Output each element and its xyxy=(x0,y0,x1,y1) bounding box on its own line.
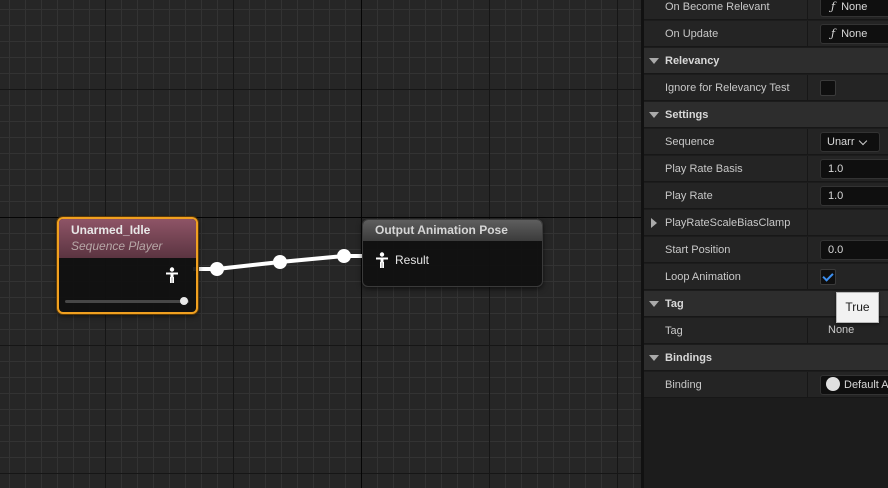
chevron-down-icon xyxy=(858,136,868,146)
sequence-asset-dropdown[interactable]: Unarr xyxy=(820,132,880,152)
category-settings[interactable]: Settings xyxy=(644,102,888,128)
property-label: Sequence xyxy=(665,136,715,148)
column-divider xyxy=(807,372,808,398)
row-start-position: Start Position 0.0 xyxy=(644,237,888,263)
loop-animation-checkbox[interactable] xyxy=(820,269,836,285)
property-label: Play Rate xyxy=(665,190,713,202)
column-divider xyxy=(807,264,808,290)
play-rate-input[interactable]: 1.0 xyxy=(820,186,888,206)
anim-graph-canvas[interactable]: Unarmed_Idle Sequence Player Output Anim… xyxy=(0,0,641,488)
property-label: Ignore for Relevancy Test xyxy=(665,82,790,94)
pose-icon xyxy=(376,252,388,268)
node-title: Unarmed_Idle xyxy=(71,223,151,237)
column-divider xyxy=(807,156,808,182)
checkbox-tooltip: True xyxy=(836,292,879,323)
column-divider xyxy=(807,237,808,263)
row-play-rate: Play Rate 1.0 xyxy=(644,183,888,209)
category-label: Relevancy xyxy=(665,55,720,67)
ignore-relevancy-checkbox[interactable] xyxy=(820,80,836,96)
category-label: Settings xyxy=(665,109,709,121)
details-panel: On Become Relevant ƒ None On Update ƒ None… xyxy=(644,0,888,488)
on-become-relevant-function-field[interactable]: ƒ None xyxy=(820,0,888,17)
row-ignore-relevancy: Ignore for Relevancy Test xyxy=(644,75,888,101)
function-icon: ƒ xyxy=(831,0,836,13)
row-loop-animation: Loop Animation xyxy=(644,264,888,290)
result-pin-label: Result xyxy=(395,253,430,267)
property-label: Play Rate Basis xyxy=(665,163,743,175)
function-icon: ƒ xyxy=(831,27,836,40)
field-value: Unarr xyxy=(827,136,855,148)
row-sequence: Sequence Unarr xyxy=(644,129,888,155)
output-animation-pose-node[interactable]: Output Animation Pose Result xyxy=(362,219,543,287)
category-label: Tag xyxy=(665,298,684,310)
row-play-rate-basis: Play Rate Basis 1.0 xyxy=(644,156,888,182)
binding-icon xyxy=(826,377,840,392)
property-label: On Update xyxy=(665,28,719,40)
playback-progress-bar xyxy=(65,300,189,303)
wire-reroute-knot[interactable] xyxy=(210,262,224,276)
property-label: Tag xyxy=(665,325,683,337)
node-title: Output Animation Pose xyxy=(375,223,508,237)
column-divider xyxy=(807,210,808,236)
collapsed-caret-icon xyxy=(651,218,657,228)
property-label: On Become Relevant xyxy=(665,1,770,13)
wire-reroute-knot[interactable] xyxy=(273,255,287,269)
expand-caret-icon xyxy=(649,58,659,64)
category-label: Bindings xyxy=(665,352,713,364)
row-on-become-relevant: On Become Relevant ƒ None xyxy=(644,0,888,20)
row-binding: Binding Default A xyxy=(644,372,888,398)
property-label: Start Position xyxy=(665,244,731,256)
start-position-input[interactable]: 0.0 xyxy=(820,240,888,260)
field-value: None xyxy=(841,28,868,40)
property-label: Loop Animation xyxy=(665,271,741,283)
column-divider xyxy=(807,21,808,47)
field-value: None xyxy=(841,1,868,13)
pose-icon xyxy=(166,267,178,283)
row-on-update: On Update ƒ None xyxy=(644,21,888,47)
sequence-player-node[interactable]: Unarmed_Idle Sequence Player xyxy=(57,217,198,314)
node-header: Output Animation Pose xyxy=(363,220,542,241)
node-header: Unarmed_Idle Sequence Player xyxy=(59,219,196,258)
property-label: Binding xyxy=(665,379,702,391)
property-label: PlayRateScaleBiasClamp xyxy=(665,217,791,229)
field-value: Default A xyxy=(844,379,888,391)
pose-output-pin[interactable] xyxy=(165,267,179,287)
binding-dropdown[interactable]: Default A xyxy=(820,375,888,395)
category-bindings[interactable]: Bindings xyxy=(644,345,888,371)
row-play-rate-clamp[interactable]: PlayRateScaleBiasClamp xyxy=(644,210,888,236)
column-divider xyxy=(807,129,808,155)
column-divider xyxy=(807,75,808,101)
wire-reroute-knot[interactable] xyxy=(337,249,351,263)
column-divider xyxy=(807,318,808,344)
playback-progress-knob xyxy=(180,297,188,305)
result-input-pin[interactable]: Result xyxy=(375,252,429,268)
checkmark-icon xyxy=(822,270,834,282)
node-subtitle: Sequence Player xyxy=(71,239,163,253)
on-update-function-field[interactable]: ƒ None xyxy=(820,24,888,44)
play-rate-basis-input[interactable]: 1.0 xyxy=(820,159,888,179)
category-relevancy[interactable]: Relevancy xyxy=(644,48,888,74)
column-divider xyxy=(807,183,808,209)
column-divider xyxy=(807,0,808,20)
expand-caret-icon xyxy=(649,301,659,307)
expand-caret-icon xyxy=(649,112,659,118)
expand-caret-icon xyxy=(649,355,659,361)
